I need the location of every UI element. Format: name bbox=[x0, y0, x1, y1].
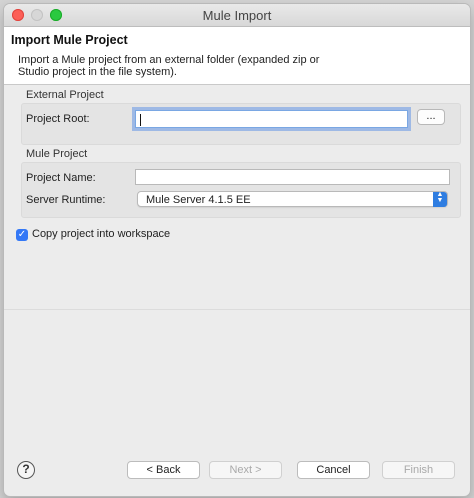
copy-into-workspace-label[interactable]: Copy project into workspace bbox=[32, 228, 170, 240]
footer-separator bbox=[4, 309, 470, 310]
project-name-input[interactable] bbox=[135, 169, 450, 185]
page-description: Import a Mule project from an external f… bbox=[18, 54, 320, 78]
mule-project-group-label: Mule Project bbox=[26, 148, 88, 160]
server-runtime-value: Mule Server 4.1.5 EE bbox=[146, 194, 251, 206]
external-project-group-label: External Project bbox=[26, 89, 104, 101]
chevron-updown-icon: ▲ ▼ bbox=[433, 191, 447, 207]
server-runtime-label: Server Runtime: bbox=[26, 194, 106, 206]
page-title: Import Mule Project bbox=[11, 33, 128, 47]
checkmark-icon: ✓ bbox=[17, 229, 27, 240]
wizard-header: Import Mule Project Import a Mule projec… bbox=[4, 27, 470, 85]
window-title: Mule Import bbox=[202, 8, 272, 23]
project-root-label: Project Root: bbox=[26, 113, 90, 125]
browse-button[interactable]: ... bbox=[417, 109, 445, 125]
title-bar[interactable]: Mule Import bbox=[4, 4, 470, 27]
next-button[interactable]: Next > bbox=[209, 461, 282, 479]
cancel-button[interactable]: Cancel bbox=[297, 461, 370, 479]
help-icon[interactable]: ? bbox=[17, 461, 35, 479]
project-root-input[interactable] bbox=[135, 110, 408, 128]
text-caret bbox=[140, 114, 141, 126]
back-button[interactable]: < Back bbox=[127, 461, 200, 479]
server-runtime-select[interactable]: Mule Server 4.1.5 EE ▲ ▼ bbox=[137, 191, 448, 207]
project-name-label: Project Name: bbox=[26, 172, 96, 184]
import-dialog-window: Mule Import Import Mule Project Import a… bbox=[4, 4, 470, 496]
copy-into-workspace-checkbox[interactable]: ✓ bbox=[16, 229, 28, 241]
finish-button[interactable]: Finish bbox=[382, 461, 455, 479]
